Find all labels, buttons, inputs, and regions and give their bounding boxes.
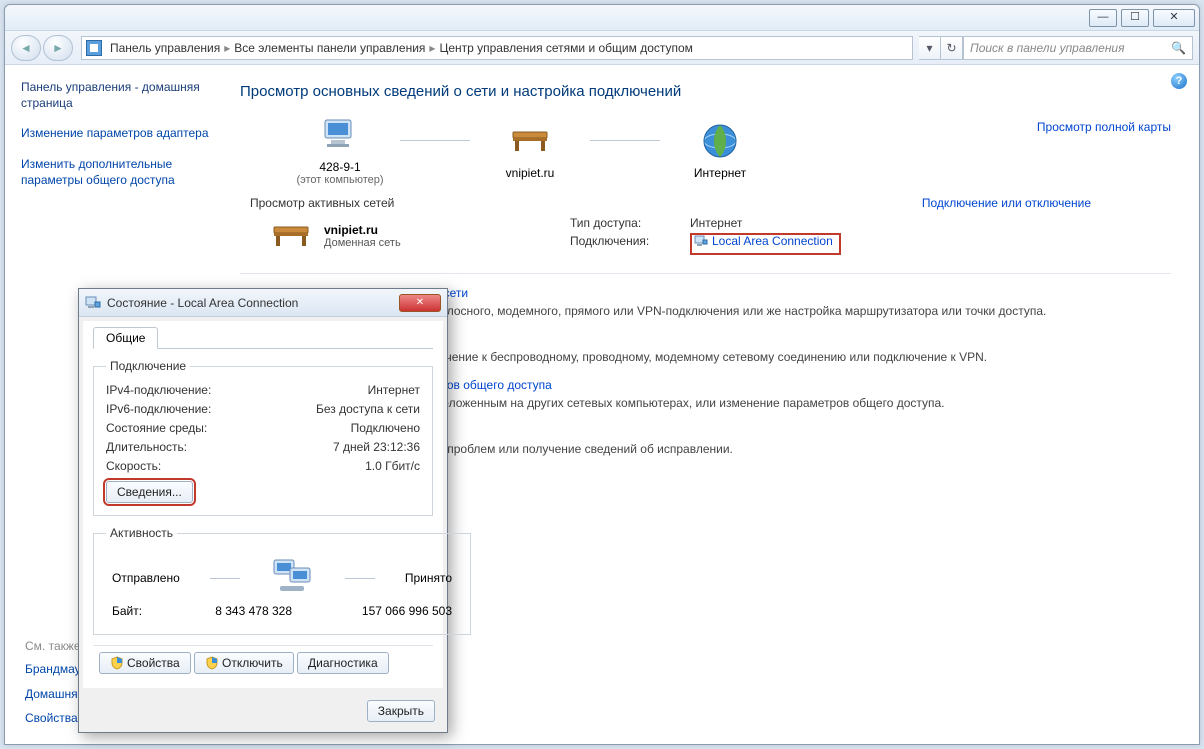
map-item-this-pc: 428-9-1 (этот компьютер): [280, 114, 400, 186]
sent-label: Отправлено: [112, 571, 180, 585]
minimize-button[interactable]: —: [1089, 9, 1117, 27]
row-val: Подключено: [351, 421, 420, 435]
breadcrumb-item[interactable]: Центр управления сетями и общим доступом: [435, 41, 697, 55]
group-activity-legend: Активность: [106, 526, 177, 540]
disable-button-label: Отключить: [222, 656, 283, 670]
dialog-action-buttons: Свойства Отключить Диагностика: [93, 645, 433, 678]
active-network-block: vnipiet.ru Доменная сеть Тип доступа: Ин…: [270, 216, 1171, 255]
address-bar[interactable]: Панель управления▸ Все элементы панели у…: [81, 36, 913, 60]
tab-general[interactable]: Общие: [93, 327, 158, 349]
search-icon[interactable]: 🔍: [1171, 41, 1186, 55]
received-label: Принято: [405, 571, 452, 585]
row-val: Интернет: [368, 383, 420, 397]
connect-disconnect-link[interactable]: Подключение или отключение: [922, 196, 1091, 210]
explorer-toolbar: ◄ ► Панель управления▸ Все элементы пане…: [5, 31, 1199, 65]
properties-button[interactable]: Свойства: [99, 652, 191, 674]
map-connector: [400, 140, 470, 141]
row-val: 1.0 Гбит/с: [365, 459, 420, 473]
group-connection-legend: Подключение: [106, 359, 190, 373]
network-category: Доменная сеть: [324, 237, 401, 249]
nic-icon: [694, 234, 708, 248]
dialog-titlebar[interactable]: Состояние - Local Area Connection ✕: [79, 289, 447, 317]
bench-icon: [509, 120, 551, 162]
close-button[interactable]: Закрыть: [367, 700, 435, 722]
help-icon[interactable]: ?: [1171, 73, 1187, 89]
connection-name: Local Area Connection: [712, 234, 833, 248]
map-domain-name: vnipiet.ru: [470, 166, 590, 180]
nic-icon: [85, 295, 101, 311]
map-connector: [590, 140, 660, 141]
address-dropdown-button[interactable]: ▾: [919, 36, 941, 60]
access-type-label: Тип доступа:: [570, 216, 690, 230]
view-full-map-link[interactable]: Просмотр полной карты: [1037, 120, 1171, 134]
computer-icon: [319, 114, 361, 156]
connections-label: Подключения:: [570, 234, 690, 251]
active-networks-header: Просмотр активных сетей Подключение или …: [250, 196, 1171, 210]
page-heading: Просмотр основных сведений о сети и наст…: [240, 83, 1171, 100]
search-input[interactable]: Поиск в панели управления 🔍: [963, 36, 1193, 60]
dialog-tabstrip: Общие: [93, 327, 433, 349]
dialog-close-button[interactable]: ✕: [399, 294, 441, 312]
access-type-value: Интернет: [690, 216, 742, 230]
map-internet-label: Интернет: [660, 166, 780, 180]
active-networks-label: Просмотр активных сетей: [250, 196, 394, 210]
row-key: Скорость:: [106, 459, 246, 473]
nav-forward-button[interactable]: ►: [43, 35, 73, 61]
row-key: Длительность:: [106, 440, 246, 454]
group-connection: Подключение IPv4-подключение: Интернет IP…: [93, 359, 433, 516]
bytes-sent-value: 8 343 478 328: [172, 604, 292, 618]
control-panel-home-link[interactable]: Панель управления - домашняя страница: [21, 79, 210, 111]
bytes-label: Байт:: [112, 604, 172, 618]
nav-back-button[interactable]: ◄: [11, 35, 41, 61]
dialog-footer: Закрыть: [79, 692, 447, 732]
activity-icon: [270, 558, 314, 594]
row-val: Без доступа к сети: [316, 402, 420, 416]
shield-icon: [110, 656, 124, 670]
network-map: 428-9-1 (этот компьютер) vnipiet.ru Инте…: [280, 114, 1171, 186]
network-category-icon: [270, 221, 312, 251]
sidebar-link-adapter-settings[interactable]: Изменение параметров адаптера: [21, 125, 210, 141]
breadcrumb-item[interactable]: Все элементы панели управления: [230, 41, 429, 55]
divider: [240, 273, 1171, 274]
network-name: vnipiet.ru: [324, 223, 401, 237]
highlight-box: Local Area Connection: [690, 233, 841, 255]
sidebar-link-sharing-settings[interactable]: Изменить дополнительные параметры общего…: [21, 156, 210, 188]
local-area-connection-link[interactable]: Local Area Connection: [694, 234, 833, 248]
map-pc-name: 428-9-1: [280, 160, 400, 174]
map-item-internet: Интернет: [660, 120, 780, 180]
connection-status-dialog: Состояние - Local Area Connection ✕ Общи…: [78, 288, 448, 733]
row-val: 7 дней 23:12:36: [333, 440, 420, 454]
map-pc-sub: (этот компьютер): [280, 174, 400, 186]
dialog-title: Состояние - Local Area Connection: [107, 296, 298, 310]
group-activity: Активность Отправлено Принято Байт: 8 34…: [93, 526, 471, 635]
maximize-button[interactable]: ☐: [1121, 9, 1149, 27]
window-close-button[interactable]: ✕: [1153, 9, 1195, 27]
diagnose-button[interactable]: Диагностика: [297, 652, 389, 674]
row-key: IPv6-подключение:: [106, 402, 246, 416]
globe-icon: [699, 120, 741, 162]
row-key: Состояние среды:: [106, 421, 246, 435]
properties-button-label: Свойства: [127, 656, 180, 670]
shield-icon: [205, 656, 219, 670]
bytes-received-value: 157 066 996 503: [332, 604, 452, 618]
refresh-button[interactable]: ↻: [941, 36, 963, 60]
details-button[interactable]: Сведения...: [106, 481, 193, 503]
map-item-domain: vnipiet.ru: [470, 120, 590, 180]
row-key: IPv4-подключение:: [106, 383, 246, 397]
window-titlebar: — ☐ ✕: [5, 5, 1199, 31]
control-panel-icon: [86, 40, 102, 56]
dialog-body: Общие Подключение IPv4-подключение: Интер…: [83, 321, 443, 688]
search-placeholder: Поиск в панели управления: [970, 41, 1125, 55]
disable-button[interactable]: Отключить: [194, 652, 294, 674]
breadcrumb-item[interactable]: Панель управления: [106, 41, 224, 55]
